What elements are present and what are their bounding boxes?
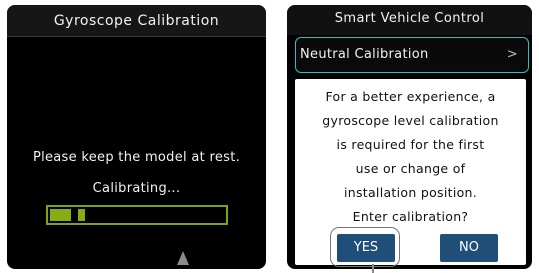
chevron-right-icon: >	[506, 47, 518, 62]
right-screen-header: Smart Vehicle Control	[287, 5, 532, 35]
pointer-line-icon	[372, 264, 374, 273]
dialog-text-line: installation position.	[343, 185, 478, 200]
calibration-dialog: For a better experience, a gyroscope lev…	[295, 79, 526, 267]
rest-instruction: Please keep the model at rest.	[32, 150, 241, 165]
header-divider	[7, 36, 266, 37]
progress-marker	[71, 209, 78, 221]
dialog-text-line: is required for the first	[336, 137, 485, 152]
left-screen-title: Gyroscope Calibration	[53, 13, 220, 29]
calibrating-status: Calibrating...	[92, 181, 181, 196]
left-screen-header: Gyroscope Calibration	[7, 5, 266, 37]
menu-item-label: Neutral Calibration	[300, 47, 429, 62]
dialog-text-line: For a better experience, a	[325, 89, 496, 104]
no-button[interactable]: NO	[440, 234, 498, 262]
progress-fill	[50, 209, 85, 221]
dialog-text-line: gyroscope level calibration	[322, 113, 499, 128]
menu-item-neutral-calibration[interactable]: Neutral Calibration >	[295, 37, 529, 73]
smart-vehicle-control-screen: Smart Vehicle Control Neutral Calibratio…	[287, 5, 532, 269]
calibration-progress-bar	[46, 205, 228, 225]
stage: Gyroscope Calibration Please keep the mo…	[0, 0, 539, 273]
pointer-arrow-icon	[177, 251, 189, 265]
gyroscope-calibration-screen: Gyroscope Calibration Please keep the mo…	[7, 5, 266, 269]
dialog-text-line: Enter calibration?	[352, 209, 469, 224]
yes-button[interactable]: YES	[337, 234, 395, 262]
dialog-text-line: use or change of	[355, 161, 466, 176]
